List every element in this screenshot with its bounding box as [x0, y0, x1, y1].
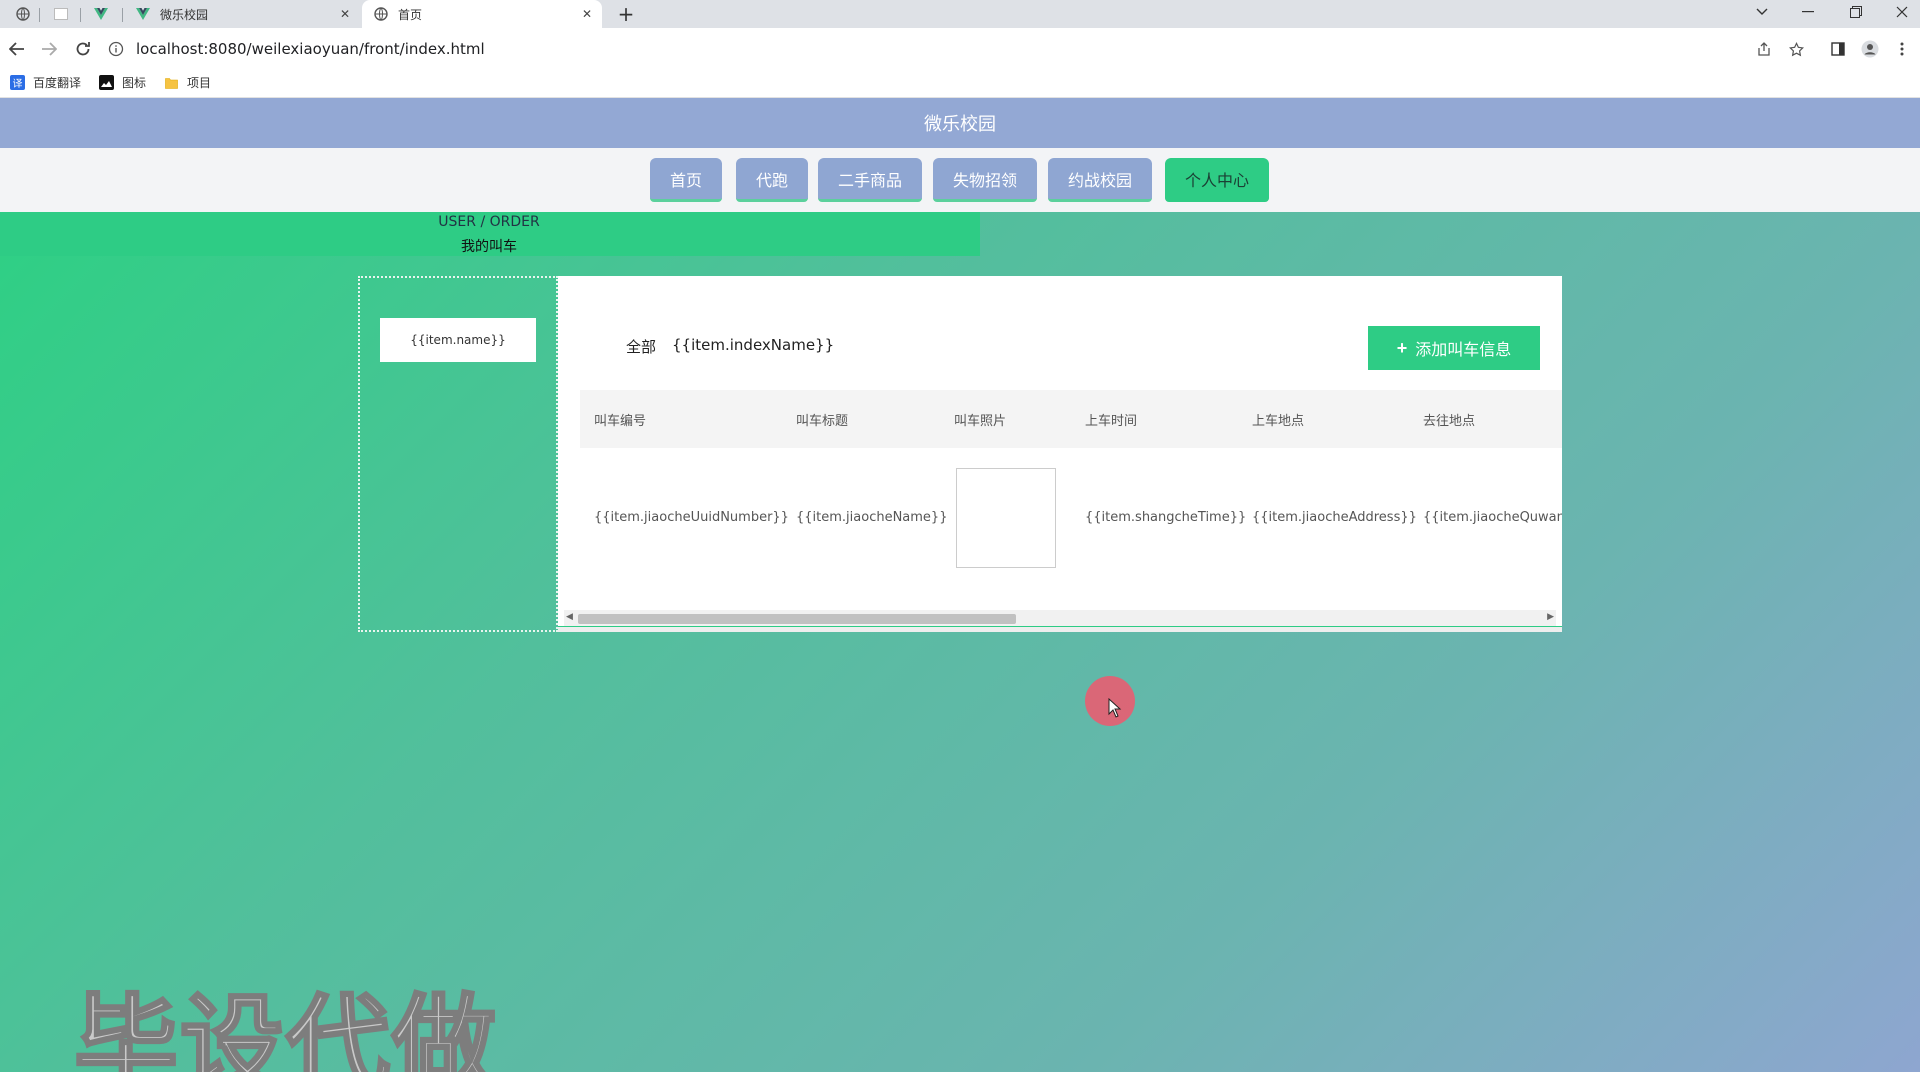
- reload-icon[interactable]: [70, 36, 96, 62]
- bookmark-label: 项目: [187, 76, 212, 90]
- vue-logo-icon: [94, 7, 108, 21]
- restore-icon[interactable]: [1836, 0, 1876, 24]
- category-filter: 全部 {{item.indexName}}: [626, 336, 850, 357]
- url-text: localhost:8080/weilexiaoyuan/front/index…: [136, 40, 485, 58]
- col-pickup-time: 上车时间: [1085, 414, 1138, 429]
- sidebar-item[interactable]: {{item.name}}: [380, 318, 536, 362]
- minimize-icon[interactable]: [1788, 0, 1828, 24]
- panel-bottom-edge: [558, 626, 1562, 632]
- col-ride-photo: 叫车照片: [954, 414, 1007, 429]
- back-arrow-icon[interactable]: [4, 36, 30, 62]
- nav-second-hand[interactable]: 二手商品: [818, 158, 922, 202]
- scroll-left-arrow-icon[interactable]: ◀: [566, 612, 573, 622]
- profile-avatar-icon[interactable]: [1858, 36, 1882, 62]
- scrollbar-thumb[interactable]: [578, 614, 1016, 624]
- tab-separator: [80, 8, 81, 22]
- cell-pickup-time: {{item.shangcheTime}}: [1085, 510, 1247, 525]
- folder-icon: [164, 75, 179, 90]
- bookmark-baidu-translate[interactable]: 译 百度翻译: [10, 74, 81, 91]
- bookmark-icons[interactable]: 图标: [99, 74, 146, 91]
- content-area: USER / ORDER 我的叫车 {{item.name}} 全部 {{ite…: [0, 212, 1920, 1072]
- nav-personal-center[interactable]: 个人中心: [1165, 158, 1269, 202]
- bookmark-label: 图标: [122, 76, 147, 90]
- tab-search-icon[interactable]: [1742, 0, 1782, 24]
- breadcrumb-path: USER / ORDER: [438, 214, 540, 230]
- filter-all[interactable]: 全部: [626, 336, 656, 357]
- info-icon[interactable]: [108, 41, 124, 57]
- col-destination: 去往地点: [1423, 414, 1476, 429]
- address-bar-row: localhost:8080/weilexiaoyuan/front/index…: [0, 28, 1920, 68]
- tab-separator: [122, 8, 123, 22]
- cell-ride-number: {{item.jiaocheUuidNumber}}: [594, 510, 789, 525]
- tab-weilexiaoyuan[interactable]: 微乐校园 ✕: [128, 0, 360, 28]
- site-title: 微乐校园: [0, 98, 1920, 148]
- globe-icon: [16, 7, 30, 21]
- pinned-tab-1[interactable]: [8, 0, 38, 28]
- table-row[interactable]: {{item.jiaocheUuidNumber}} {{item.jiaoch…: [580, 448, 1562, 588]
- cell-pickup-location: {{item.jiaocheAddress}}: [1252, 510, 1417, 525]
- bookmarks-bar: 译 百度翻译 图标 项目: [0, 68, 1920, 98]
- ride-table: 叫车编号 叫车标题 叫车照片 上车时间 上车地点 去往地点 {{item.jia…: [580, 390, 1562, 606]
- horizontal-scrollbar[interactable]: ◀ ▶: [564, 610, 1556, 626]
- vue-logo-icon: [136, 7, 150, 21]
- close-tab-icon[interactable]: ✕: [582, 7, 592, 21]
- page-title: 我的叫车: [461, 239, 517, 255]
- sidebar: {{item.name}}: [358, 276, 558, 632]
- star-bookmark-icon[interactable]: [1784, 36, 1808, 62]
- main-nav: 首页 代跑 二手商品 失物招领 约战校园 个人中心: [0, 148, 1920, 212]
- col-ride-title: 叫车标题: [796, 414, 849, 429]
- tab-title: 微乐校园: [160, 7, 209, 22]
- watermark-text: 毕设代做: [72, 983, 499, 1072]
- tab-separator: [39, 8, 40, 22]
- close-window-icon[interactable]: [1882, 0, 1920, 24]
- tab-home[interactable]: 首页 ✕: [362, 0, 602, 28]
- tab-title: 首页: [398, 7, 423, 22]
- image-icon: [99, 75, 115, 90]
- nav-errand[interactable]: 代跑: [736, 158, 808, 202]
- share-icon[interactable]: [1752, 36, 1776, 62]
- ride-photo: [956, 468, 1056, 568]
- bookmark-folder-project[interactable]: 项目: [164, 74, 211, 91]
- order-panel: 全部 {{item.indexName}} + 添加叫车信息 叫车编号 叫车标题…: [558, 276, 1562, 632]
- page-viewport: 微乐校园 首页 代跑 二手商品 失物招领 约战校园 个人中心 USER / OR…: [0, 98, 1920, 1072]
- new-tab-button[interactable]: +: [614, 0, 638, 28]
- mouse-cursor-icon: [1108, 697, 1122, 722]
- pinned-tab-2[interactable]: [46, 0, 76, 28]
- nav-lost-found[interactable]: 失物招领: [933, 158, 1037, 202]
- blank-page-icon: [54, 7, 68, 21]
- nav-campus-match[interactable]: 约战校园: [1048, 158, 1152, 202]
- browser-tab-strip: 微乐校园 ✕ 首页 ✕ +: [0, 0, 1920, 28]
- breadcrumb: USER / ORDER 我的叫车: [0, 212, 980, 256]
- url-field[interactable]: localhost:8080/weilexiaoyuan/front/index…: [108, 36, 485, 62]
- filter-index[interactable]: {{item.indexName}}: [672, 336, 834, 357]
- nav-home[interactable]: 首页: [650, 158, 722, 202]
- cell-destination: {{item.jiaocheQuwang: [1423, 510, 1562, 525]
- add-button-label: 添加叫车信息: [1415, 342, 1512, 359]
- forward-arrow-icon[interactable]: [36, 36, 62, 62]
- close-tab-icon[interactable]: ✕: [340, 7, 350, 21]
- translate-icon: 译: [10, 75, 25, 90]
- bookmark-label: 百度翻译: [33, 76, 82, 90]
- add-ride-request-button[interactable]: + 添加叫车信息: [1368, 326, 1540, 370]
- cell-ride-title: {{item.jiaocheName}}: [796, 510, 948, 525]
- col-ride-number: 叫车编号: [594, 414, 647, 429]
- pinned-tab-3[interactable]: [86, 0, 116, 28]
- scroll-right-arrow-icon[interactable]: ▶: [1547, 612, 1554, 622]
- side-panel-icon[interactable]: [1826, 36, 1850, 62]
- kebab-menu-icon[interactable]: [1890, 36, 1914, 62]
- globe-icon: [374, 7, 388, 21]
- plus-icon: +: [1396, 337, 1408, 358]
- table-header: 叫车编号 叫车标题 叫车照片 上车时间 上车地点 去往地点: [580, 390, 1562, 448]
- col-pickup-location: 上车地点: [1252, 414, 1305, 429]
